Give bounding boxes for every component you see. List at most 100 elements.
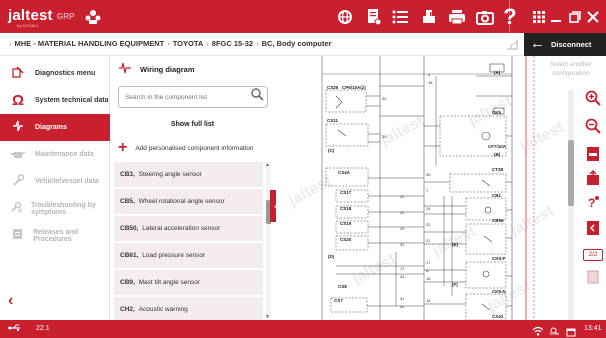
breadcrumb-chevron-icon: › [256, 39, 259, 48]
breadcrumb-item[interactable]: MHE - MATERIAL HANDLING EQUIPMENT [15, 39, 165, 48]
breadcrumb-item[interactable]: TOYOTA [173, 39, 204, 48]
svg-text:A: A [426, 268, 429, 273]
svg-text:24: 24 [400, 274, 405, 279]
diagram-icon [9, 120, 27, 135]
svg-text:%: % [18, 209, 22, 213]
svg-text:15: 15 [426, 298, 431, 303]
list-item[interactable]: CB3, Steering angle sensor [114, 162, 263, 188]
plus-icon: + [118, 139, 128, 156]
print-report-icon[interactable] [418, 6, 440, 28]
svg-text:jaltest: jaltest [349, 250, 399, 288]
back-chevron-icon[interactable]: ‹ [8, 292, 13, 310]
diagnostics-icon [9, 66, 27, 81]
breadcrumb-item[interactable]: 8FGC 15-32 [212, 39, 253, 48]
page-icon[interactable] [585, 270, 601, 286]
ohm-icon: Ω [11, 92, 25, 109]
add-component-label: Add personalised component information [135, 144, 254, 152]
breadcrumb-chevron-icon: › [9, 39, 12, 48]
show-full-list-button[interactable]: Show full list [110, 116, 275, 134]
logo-suffix: GRP [56, 11, 75, 21]
list-item[interactable]: CB9, Mast tilt angle sensor [114, 270, 263, 296]
jaltest-logo: jaltest GRP by COJALI [8, 7, 75, 28]
document-icon[interactable] [363, 6, 385, 28]
list-icon[interactable] [389, 6, 411, 28]
diagram-label: CS8 [338, 284, 347, 289]
toolbar-divider [509, 0, 510, 33]
breadcrumb-chevron-icon: › [167, 39, 170, 48]
svg-text:30: 30 [426, 172, 431, 177]
camera-icon[interactable] [474, 6, 496, 28]
disconnect-label: Disconnect [551, 40, 592, 49]
svg-text:31: 31 [400, 296, 405, 301]
sidebar-item-label: Maintenance data [35, 151, 94, 158]
page-indicator[interactable]: 2/2 [583, 249, 603, 261]
diagram-label: CF7/10A [488, 144, 507, 149]
bookmark-icon[interactable] [585, 220, 601, 236]
diagram-label: (B) [494, 152, 501, 157]
breadcrumb-item[interactable]: BC, Body computer [262, 39, 332, 48]
svg-text:22: 22 [400, 210, 405, 215]
scroll-up-icon[interactable]: ▲ [265, 162, 270, 168]
list-scrollbar[interactable] [266, 162, 271, 320]
svg-text:16: 16 [426, 276, 431, 281]
sidebar-item-maintenance-data[interactable]: Maintenance data [0, 141, 110, 168]
sidebar-item-diagnostics-menu[interactable]: Diagnostics menu [0, 60, 110, 87]
diagram-scrollbar-thumb[interactable] [568, 140, 574, 206]
diagram-label: CX41 [492, 314, 504, 319]
component-search-input[interactable] [118, 86, 268, 108]
sidebar-item-releases-procedures[interactable]: Releases and Procedures [0, 222, 110, 249]
diagram-label: CS19 [340, 221, 352, 226]
list-item[interactable]: CB61, Load pressure sensor [114, 243, 263, 269]
sidebar-item-label: Diagnostics menu [35, 70, 96, 77]
pdf-icon[interactable] [585, 146, 601, 162]
svg-text:jaltest: jaltest [285, 172, 335, 210]
search-icon[interactable] [251, 88, 264, 104]
sidebar-item-troubleshooting[interactable]: % Troubleshooting by symptoms [0, 195, 110, 222]
notes-icon[interactable]: ? [585, 194, 601, 210]
diagram-label: (C) [328, 148, 335, 153]
diagram-label: CK5-P [492, 256, 506, 261]
disconnect-button[interactable]: ← Disconnect [524, 33, 606, 56]
oil-can-icon [9, 148, 27, 162]
breadcrumb: › MHE - MATERIAL HANDLING EQUIPMENT › TOYOT… [6, 39, 332, 48]
list-item[interactable]: CB50, Lateral acceleration sensor [114, 216, 263, 242]
diagram-label: CP6/10A(2) [342, 85, 366, 90]
procedures-icon [9, 228, 25, 243]
svg-text:jaltest: jaltest [507, 202, 557, 240]
component-list: CB3, Steering angle sensor CB5, Wheel ro… [114, 162, 271, 320]
sidebar-item-label: Releases and Procedures [33, 228, 78, 243]
team-icon[interactable] [82, 6, 104, 28]
diagram-label: CS26 [327, 85, 339, 90]
calendar-icon[interactable] [566, 324, 576, 338]
diagram-label: CK5-N [492, 289, 506, 294]
sidebar-item-system-technical-data[interactable]: Ω System technical data [0, 87, 110, 114]
svg-text:17: 17 [426, 260, 431, 265]
list-item[interactable]: CH2, Acoustic warning [114, 297, 263, 320]
zoom-in-icon[interactable] [585, 90, 601, 106]
sidebar-item-vehicle-vessel-data[interactable]: Vehicle/vessel data [0, 168, 110, 195]
svg-text:32: 32 [400, 304, 405, 309]
close-icon[interactable] [582, 6, 604, 28]
zoom-out-icon[interactable] [585, 118, 601, 134]
diagram-label: CS20 [340, 237, 352, 242]
printer-icon[interactable] [446, 6, 468, 28]
svg-text:7: 7 [426, 188, 429, 193]
connection-status-icon [505, 37, 519, 51]
sidebar-item-label: System technical data [35, 97, 109, 104]
diagram-label: (D) [328, 254, 335, 259]
select-another-configuration-button[interactable]: Select another configuration [536, 60, 606, 78]
svg-text:24: 24 [426, 206, 431, 211]
diagram-label: CB56 [492, 218, 504, 223]
diagram-label: CS17 [340, 190, 352, 195]
wiring-diagram-canvas[interactable]: jaltest jaltest jaltest jaltest jaltest … [276, 56, 566, 320]
share-icon[interactable] [585, 169, 601, 186]
usb-connection-icon [8, 324, 22, 334]
troubleshooting-icon: % [9, 201, 24, 216]
sidebar-item-diagrams[interactable]: Diagrams [0, 114, 110, 141]
add-component-info-button[interactable]: + Add personalised component information [118, 140, 254, 156]
gear-globe-icon[interactable] [334, 6, 356, 28]
arrow-left-icon: ← [530, 35, 545, 52]
help-icon[interactable]: ? [499, 4, 521, 29]
list-item[interactable]: CB5, Wheel rotational angle sensor [114, 189, 263, 215]
svg-text:jaltest: jaltest [517, 118, 566, 156]
